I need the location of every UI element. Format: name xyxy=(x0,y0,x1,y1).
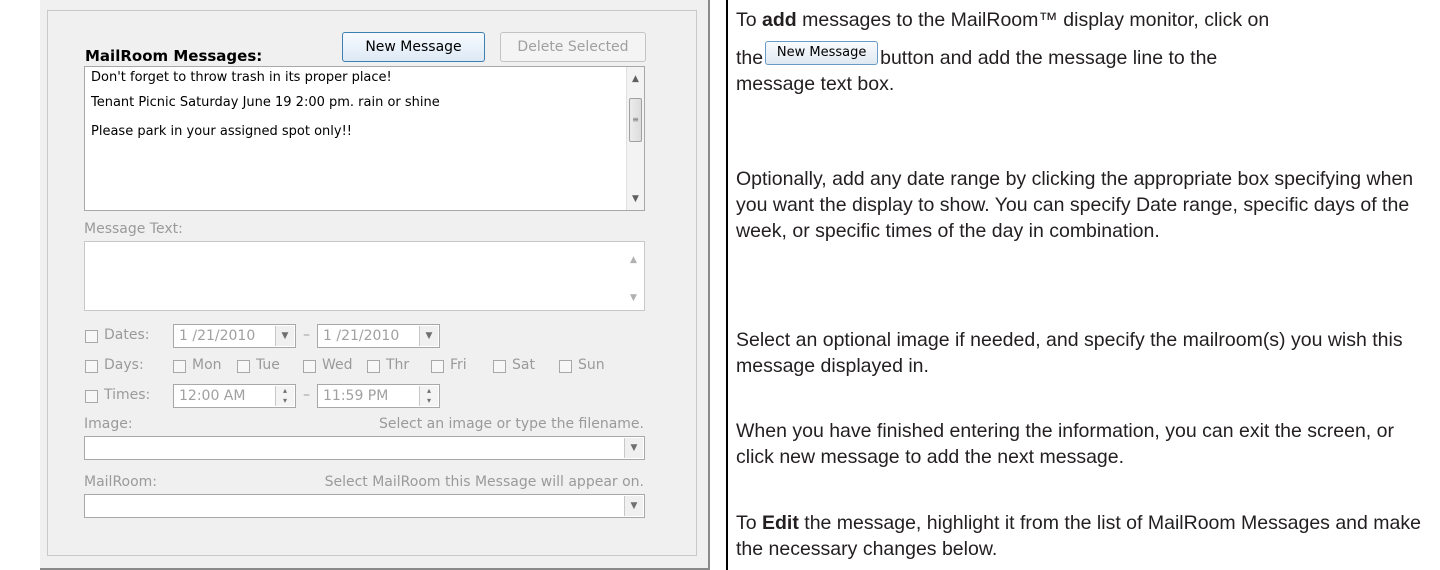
day-wed-checkbox[interactable] xyxy=(303,360,316,373)
time-from-spinner[interactable]: 12:00 AM ▴ ▾ xyxy=(173,384,296,408)
help-paragraph-date-range: Optionally, add any date range by clicki… xyxy=(736,168,1414,242)
list-item[interactable]: Tenant Picnic Saturday June 19 2:00 pm. … xyxy=(91,95,440,110)
dates-label: Dates: xyxy=(104,327,150,343)
grip-icon: ≡ xyxy=(632,115,639,124)
messages-scrollbar[interactable]: ▲ ≡ ▼ xyxy=(626,67,644,210)
help-bold-edit: Edit xyxy=(762,512,799,534)
inline-new-message-button: New Message xyxy=(765,40,879,65)
scroll-up-icon[interactable]: ▲ xyxy=(627,71,644,87)
date-to-picker[interactable]: 1 /21/2010 ▼ xyxy=(317,324,440,348)
help-text: To xyxy=(736,9,763,31)
times-checkbox[interactable] xyxy=(85,390,98,403)
help-paragraph-add: To add messages to the MailRoom™ display… xyxy=(736,7,1436,97)
days-label: Days: xyxy=(104,357,144,373)
date-from-value: 1 /21/2010 xyxy=(179,328,256,344)
day-fri-label: Fri xyxy=(450,357,467,373)
scroll-down-icon[interactable]: ▼ xyxy=(627,191,644,207)
day-mon-label: Mon xyxy=(192,357,222,373)
help-paragraph-image: Select an optional image if needed, and … xyxy=(736,329,1403,377)
messages-list[interactable]: Don't forget to throw trash in its prope… xyxy=(84,66,645,211)
new-message-button[interactable]: New Message xyxy=(342,32,485,62)
help-text: the xyxy=(736,47,764,69)
day-sat-label: Sat xyxy=(512,357,535,373)
time-from-value: 12:00 AM xyxy=(179,388,246,404)
chevron-down-icon[interactable]: ▼ xyxy=(275,326,294,346)
list-item[interactable]: Please park in your assigned spot only!! xyxy=(91,124,352,139)
help-text-panel: To add messages to the MailRoom™ display… xyxy=(726,0,1440,570)
day-sun-checkbox[interactable] xyxy=(559,360,572,373)
time-to-spinner[interactable]: 11:59 PM ▴ ▾ xyxy=(317,384,440,408)
mailroom-messages-dialog: MailRoom Messages: New Message Delete Se… xyxy=(40,0,710,570)
delete-selected-button[interactable]: Delete Selected xyxy=(500,32,646,62)
spinner-arrows-icon[interactable]: ▴ ▾ xyxy=(419,386,438,406)
day-mon-checkbox[interactable] xyxy=(173,360,186,373)
date-to-value: 1 /21/2010 xyxy=(323,328,400,344)
help-text: button and add the message line to the xyxy=(880,47,1218,69)
dates-checkbox[interactable] xyxy=(85,330,98,343)
days-checkbox[interactable] xyxy=(85,360,98,373)
date-range-separator: – xyxy=(303,327,310,343)
day-thr-label: Thr xyxy=(386,357,410,373)
help-paragraph-finish: When you have finished entering the info… xyxy=(736,420,1394,468)
messages-panel: MailRoom Messages: New Message Delete Se… xyxy=(47,10,697,556)
help-text: the message, highlight it from the list … xyxy=(736,512,1421,560)
messages-title: MailRoom Messages: xyxy=(85,47,263,65)
scroll-up-icon[interactable]: ▲ xyxy=(625,252,642,268)
day-tue-label: Tue xyxy=(256,357,280,373)
image-label: Image: xyxy=(84,416,133,432)
mailroom-hint: Select MailRoom this Message will appear… xyxy=(324,474,644,490)
day-sat-checkbox[interactable] xyxy=(493,360,506,373)
spinner-arrows-icon[interactable]: ▴ ▾ xyxy=(275,386,294,406)
chevron-down-icon[interactable]: ▼ xyxy=(624,496,643,516)
date-from-picker[interactable]: 1 /21/2010 ▼ xyxy=(173,324,296,348)
day-wed-label: Wed xyxy=(322,357,353,373)
help-paragraph-edit: To Edit the message, highlight it from t… xyxy=(736,510,1436,562)
scroll-thumb[interactable]: ≡ xyxy=(629,98,642,142)
message-text-label: Message Text: xyxy=(84,221,183,237)
mailroom-combobox[interactable]: ▼ xyxy=(84,494,645,518)
day-tue-checkbox[interactable] xyxy=(237,360,250,373)
help-add-line-1: To add messages to the MailRoom™ display… xyxy=(736,7,1436,33)
day-thr-checkbox[interactable] xyxy=(367,360,380,373)
day-sun-label: Sun xyxy=(578,357,605,373)
times-label: Times: xyxy=(104,387,151,403)
time-to-value: 11:59 PM xyxy=(323,388,389,404)
list-item[interactable]: Don't forget to throw trash in its prope… xyxy=(91,70,392,85)
help-text: To xyxy=(736,512,763,534)
chevron-down-icon[interactable]: ▼ xyxy=(419,326,438,346)
chevron-down-icon[interactable]: ▼ xyxy=(624,438,643,458)
help-text: messages to the MailRoom™ display monito… xyxy=(796,9,1270,31)
help-bold-add: add xyxy=(762,9,797,31)
image-hint: Select an image or type the filename. xyxy=(379,416,644,432)
message-text-input[interactable]: ▲ ▼ xyxy=(84,241,645,311)
help-add-line-2: the New Message button and add the message… xyxy=(736,40,1436,71)
day-fri-checkbox[interactable] xyxy=(431,360,444,373)
image-combobox[interactable]: ▼ xyxy=(84,436,645,460)
scroll-down-icon[interactable]: ▼ xyxy=(625,290,642,306)
help-add-line-3: message text box. xyxy=(736,73,895,95)
time-range-separator: – xyxy=(303,387,310,403)
mailroom-label: MailRoom: xyxy=(84,474,158,490)
